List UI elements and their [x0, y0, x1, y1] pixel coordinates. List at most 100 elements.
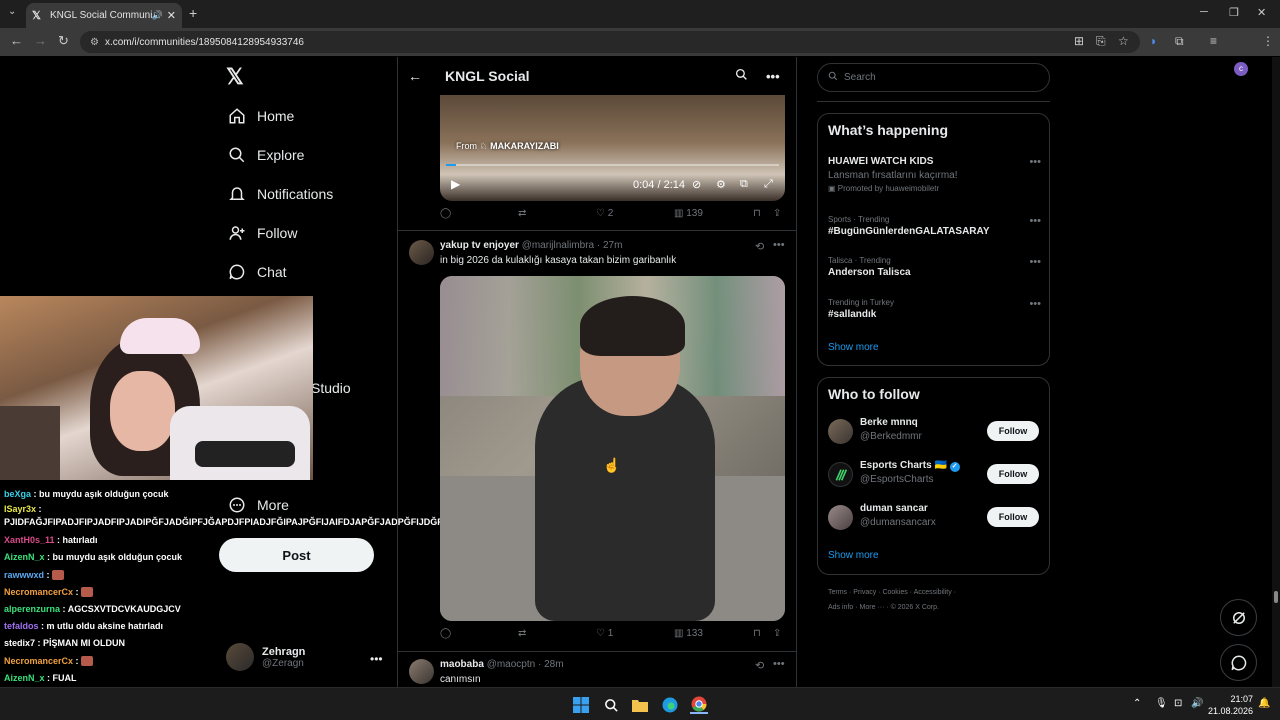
video-source-tag[interactable]: From ♘ MAKARAYIZABI — [456, 141, 559, 152]
suggestion-name[interactable]: duman sancar — [860, 503, 928, 514]
minimize-icon[interactable]: ─ — [1200, 6, 1208, 18]
trend-item[interactable]: Talisca · Trending Anderson Talisca ••• — [828, 256, 1041, 278]
grok-button[interactable] — [1220, 599, 1257, 636]
tweet-time[interactable]: · 27m — [597, 240, 623, 251]
suggestion-name[interactable]: Esports Charts 🇺🇦 ✓ — [860, 460, 960, 472]
follow-suggestion[interactable]: duman sancar @dumansancarx Follow — [828, 503, 1041, 533]
trend-more-icon[interactable]: ••• — [1029, 256, 1041, 268]
notifications-icon[interactable]: 🔔 — [1258, 698, 1270, 709]
maximize-icon[interactable]: ❐ — [1229, 6, 1239, 19]
follow-button[interactable]: Follow — [987, 507, 1039, 527]
tweet-author-handle[interactable]: @maocptn — [487, 659, 536, 670]
bookmark-icon[interactable]: ⊓ — [753, 628, 761, 639]
show-more-link[interactable]: Show more — [828, 342, 879, 353]
like-button[interactable]: ♡ 1 — [596, 628, 613, 639]
views-button[interactable]: ▥ 133 — [674, 628, 703, 639]
new-tab-icon[interactable]: + — [189, 5, 197, 21]
fullscreen-icon[interactable]: ⤢ — [764, 178, 773, 191]
x-logo-icon[interactable]: 𝕏 — [226, 64, 244, 90]
repost-icon[interactable]: ⇄ — [518, 628, 526, 639]
volume-icon[interactable]: 🔊 — [1191, 698, 1203, 709]
avatar[interactable] — [828, 505, 853, 530]
trend-item[interactable]: Trending in Turkey #sallandık ••• — [828, 298, 1041, 320]
close-window-icon[interactable]: ✕ — [1257, 6, 1266, 19]
network-icon[interactable]: ⊡ — [1174, 698, 1182, 709]
back-icon[interactable]: ← — [10, 33, 23, 48]
tweet-author-name[interactable]: maobaba — [440, 659, 484, 670]
picture-in-picture-icon[interactable]: ⧉ — [740, 178, 748, 191]
extension-icon[interactable]: ◗ — [1150, 34, 1157, 48]
trend-item[interactable]: Sports · Trending #BugünGünlerdenGALATAS… — [828, 215, 1041, 237]
tweet-more-icon[interactable]: ••• — [773, 239, 785, 251]
repost-icon[interactable]: ⇄ — [518, 208, 526, 219]
extensions-puzzle-icon[interactable]: ⧉ — [1175, 34, 1184, 49]
reload-icon[interactable]: ↻ — [58, 33, 69, 49]
suggestion-name[interactable]: Berke mnnq — [860, 417, 918, 428]
taskbar-clock[interactable]: 21:07 21.08.2026 — [1208, 693, 1253, 717]
tweet-author-name[interactable]: yakup tv enjoyer — [440, 240, 519, 251]
microphone-icon[interactable]: 🎙 — [1155, 698, 1168, 709]
avatar[interactable] — [828, 419, 853, 444]
reply-icon[interactable]: ◯ — [440, 628, 451, 639]
nav-notifications[interactable]: Notifications — [226, 185, 333, 203]
chrome-browser-icon[interactable] — [690, 696, 708, 714]
views-button[interactable]: ▥ 139 — [674, 208, 703, 219]
search-input[interactable]: Search — [817, 63, 1050, 92]
install-icon[interactable]: ⎘ — [1096, 34, 1106, 49]
follow-button[interactable]: Follow — [987, 421, 1039, 441]
scrollbar-thumb[interactable] — [1274, 591, 1278, 603]
like-button[interactable]: ♡ 2 — [596, 208, 613, 219]
grok-icon[interactable]: ⟲ — [755, 240, 764, 253]
search-icon[interactable] — [602, 696, 620, 714]
esports-charts-logo-icon[interactable] — [828, 462, 853, 487]
nav-follow[interactable]: Follow — [226, 224, 297, 242]
nav-chat[interactable]: Chat — [226, 263, 287, 281]
tweet-time[interactable]: · 28m — [538, 659, 564, 670]
bookmark-icon[interactable]: ⊓ — [753, 208, 761, 219]
tray-overflow-icon[interactable]: ⌃ — [1133, 698, 1141, 709]
more-options-icon[interactable]: ••• — [766, 69, 780, 84]
search-icon[interactable] — [735, 68, 748, 84]
audio-icon[interactable]: 🔊 — [152, 10, 163, 21]
follow-suggestion[interactable]: Berke mnnq @Berkedmmr Follow — [828, 417, 1041, 447]
nav-explore[interactable]: Explore — [226, 146, 304, 164]
avatar[interactable] — [409, 659, 434, 684]
back-arrow-icon[interactable]: ← — [408, 68, 422, 84]
nav-studio-label[interactable]: Studio — [311, 380, 351, 396]
translate-icon[interactable]: ⊞ — [1074, 34, 1084, 48]
file-explorer-icon[interactable] — [631, 696, 649, 714]
trend-more-icon[interactable]: ••• — [1029, 156, 1041, 168]
bookmark-star-icon[interactable]: ☆ — [1118, 34, 1129, 48]
tab-search-icon[interactable]: ⌄ — [8, 6, 16, 17]
messages-button[interactable] — [1220, 644, 1257, 681]
video-player[interactable]: From ♘ MAKARAYIZABI ▶ 0:04 / 2:14 ⊘ ⚙ ⧉ … — [440, 95, 785, 201]
tab-close-icon[interactable]: ✕ — [167, 9, 176, 22]
avatar[interactable] — [409, 240, 434, 265]
profile-avatar-icon[interactable]: c — [1234, 62, 1248, 76]
settings-gear-icon[interactable]: ⚙ — [716, 178, 726, 191]
footer-links[interactable]: Terms · Privacy · Cookies · Accessibilit… — [828, 589, 956, 596]
url-input[interactable]: ⚙ x.com/i/communities/189508412895493374… — [80, 31, 1140, 53]
grok-icon[interactable]: ⟲ — [755, 659, 764, 672]
browser-tab[interactable]: 𝕏 KNGL Social Community / X 🔊 ✕ — [26, 3, 182, 28]
video-progress-bar[interactable] — [446, 164, 779, 166]
trend-item[interactable]: HUAWEI WATCH KIDS Lansman fırsatlarını k… — [828, 156, 1041, 193]
site-info-icon[interactable]: ⚙ — [90, 37, 99, 48]
share-icon[interactable]: ⇪ — [773, 628, 781, 639]
show-more-link[interactable]: Show more — [828, 550, 879, 561]
tweet-media-video[interactable] — [440, 276, 785, 621]
mute-icon[interactable]: ⊘ — [692, 178, 701, 191]
share-icon[interactable]: ⇪ — [773, 208, 781, 219]
windows-start-icon[interactable] — [572, 696, 590, 714]
play-icon[interactable]: ▶ — [451, 177, 460, 191]
footer-links[interactable]: Ads info · More ··· · © 2026 X Corp. — [828, 604, 939, 611]
page-scrollbar[interactable] — [1272, 57, 1280, 687]
follow-suggestion[interactable]: Esports Charts 🇺🇦 ✓ @EsportsCharts Follo… — [828, 460, 1041, 490]
forward-icon[interactable]: → — [34, 33, 47, 48]
reply-icon[interactable]: ◯ — [440, 208, 451, 219]
nav-home[interactable]: Home — [226, 107, 294, 125]
follow-button[interactable]: Follow — [987, 464, 1039, 484]
trend-more-icon[interactable]: ••• — [1029, 215, 1041, 227]
tweet-author-handle[interactable]: @marijlnalimbra — [522, 240, 594, 251]
edge-browser-icon[interactable] — [661, 696, 679, 714]
